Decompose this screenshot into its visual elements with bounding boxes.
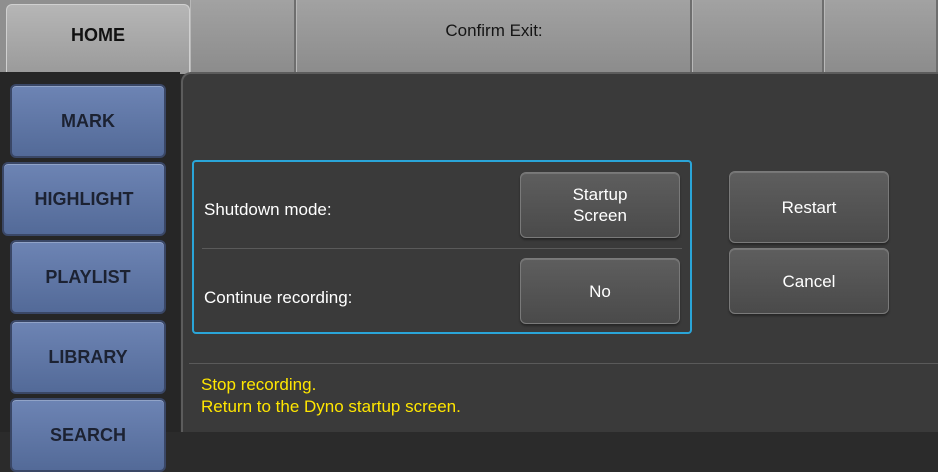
- nav-mark-button[interactable]: MARK: [10, 84, 166, 158]
- home-tab[interactable]: HOME: [6, 4, 190, 74]
- nav-search-button[interactable]: SEARCH: [10, 398, 166, 472]
- top-bar-cell: [824, 0, 938, 72]
- continue-recording-button[interactable]: No: [520, 258, 680, 324]
- options-divider: [202, 248, 682, 249]
- status-line-1: Stop recording.: [201, 375, 317, 394]
- shutdown-mode-label: Shutdown mode:: [204, 200, 332, 219]
- shutdown-mode-value: Startup Screen: [572, 185, 628, 225]
- page-title: Confirm Exit:: [445, 21, 543, 40]
- cancel-button[interactable]: Cancel: [729, 248, 889, 314]
- nav-playlist-button[interactable]: PLAYLIST: [10, 240, 166, 314]
- options-group: Shutdown mode: Startup Screen Continue r…: [192, 160, 692, 334]
- top-bar-cell: [190, 0, 296, 72]
- nav-highlight-button[interactable]: HIGHLIGHT: [2, 162, 166, 236]
- continue-recording-label: Continue recording:: [204, 288, 353, 307]
- left-nav: MARK HIGHLIGHT PLAYLIST LIBRARY SEARCH: [0, 72, 180, 472]
- status-divider: [189, 363, 938, 364]
- status-line-2: Return to the Dyno startup screen.: [201, 397, 461, 416]
- shutdown-mode-button[interactable]: Startup Screen: [520, 172, 680, 238]
- top-bar-cell: [692, 0, 824, 72]
- restart-button[interactable]: Restart: [729, 171, 889, 243]
- top-bar: HOME Confirm Exit:: [0, 0, 938, 74]
- main-panel: Shutdown mode: Startup Screen Continue r…: [181, 72, 938, 432]
- nav-library-button[interactable]: LIBRARY: [10, 320, 166, 394]
- status-message: Stop recording. Return to the Dyno start…: [201, 374, 461, 418]
